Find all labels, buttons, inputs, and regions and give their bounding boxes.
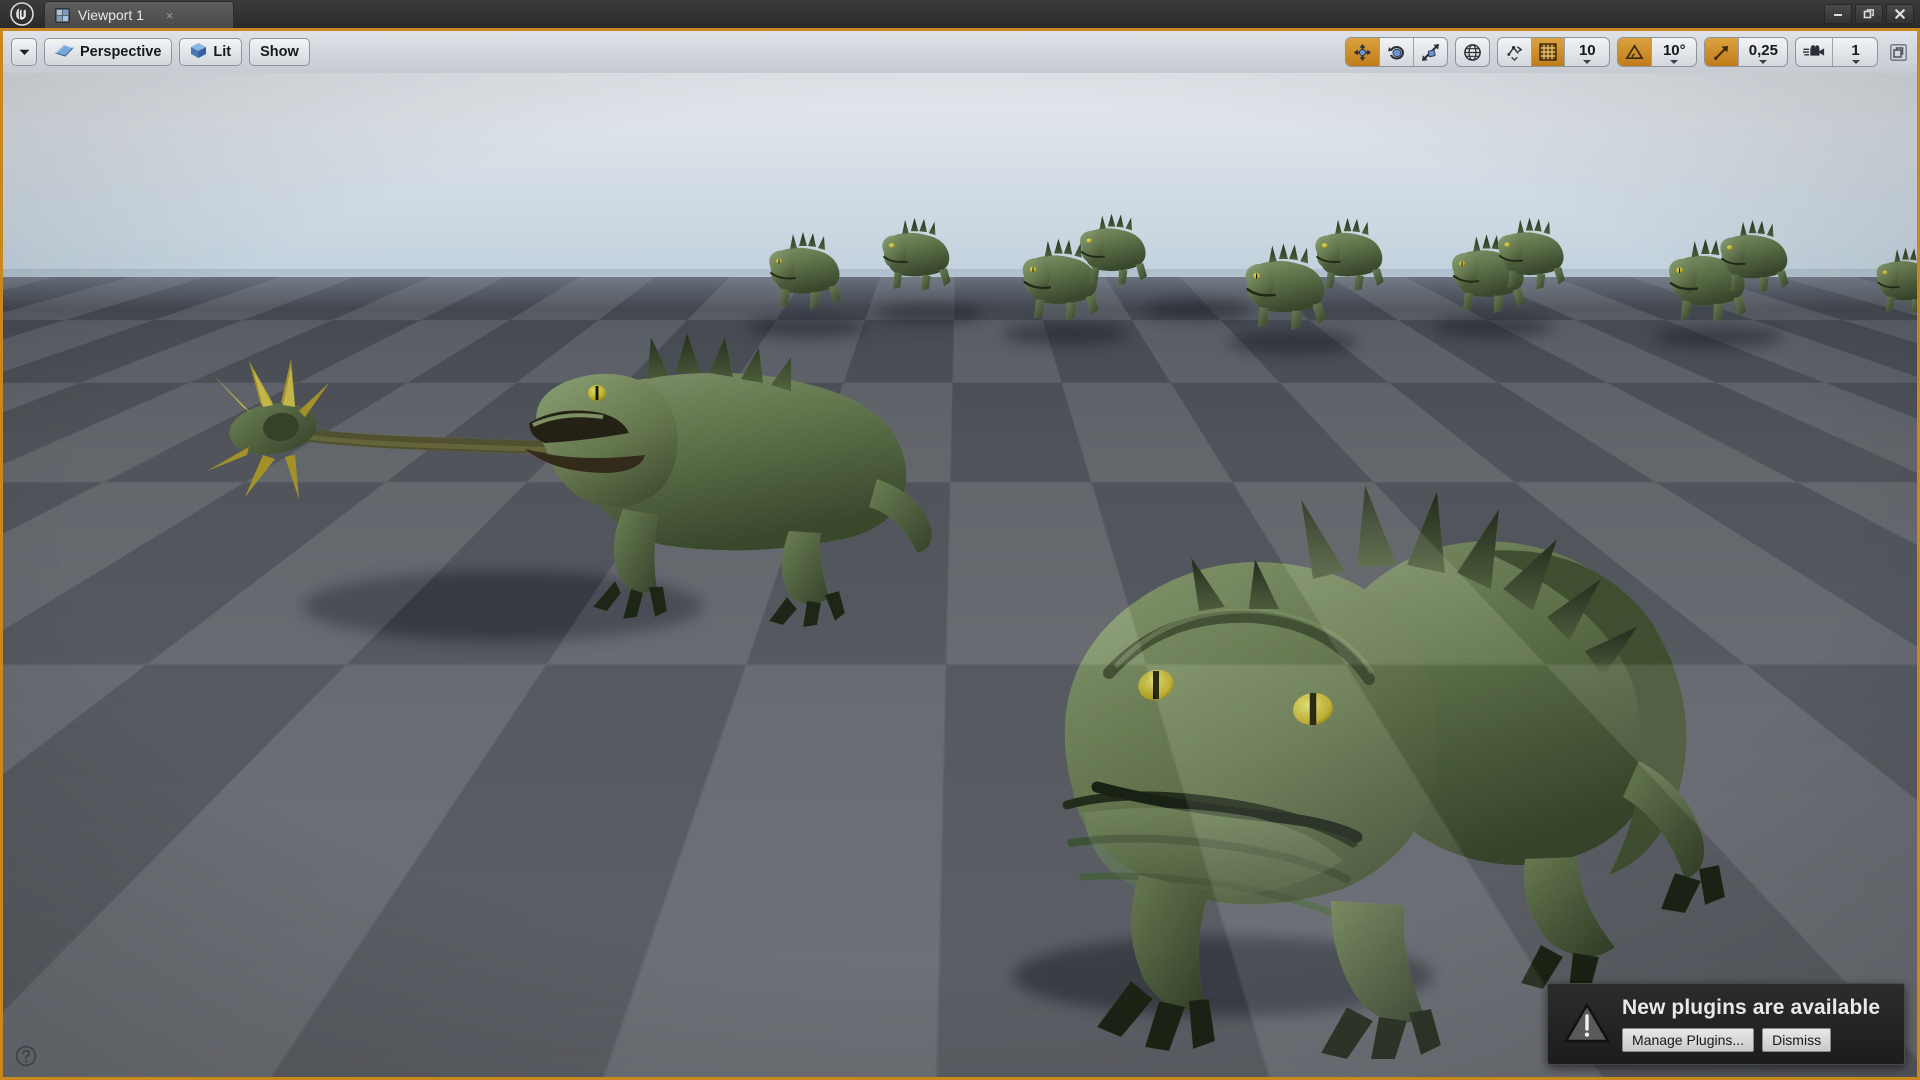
lighting-mode-button[interactable]: Lit: [179, 38, 243, 66]
scale-snap-group: 0,25: [1703, 37, 1788, 67]
view-mode-button[interactable]: Perspective: [44, 38, 173, 66]
chevron-down-icon: [1583, 59, 1592, 64]
show-menu-label: Show: [260, 44, 299, 60]
creature-foreground-hero[interactable]: [1013, 461, 1733, 1061]
camera-speed-value-label: 1: [1851, 41, 1860, 59]
creature-background[interactable]: [865, 207, 965, 303]
scale-gizmo-button[interactable]: [1414, 38, 1447, 66]
coordinate-system-group: [1454, 37, 1490, 67]
toolbar-right-group: 10 10° 0,25 1: [1344, 37, 1909, 67]
unreal-editor-window: Viewport 1 × Perspective Lit Show 10 10°…: [0, 0, 1920, 1080]
notification-body: New plugins are available Manage Plugins…: [1622, 996, 1880, 1052]
scale-snap-value[interactable]: 0,25: [1739, 38, 1787, 66]
title-bar: Viewport 1 ×: [0, 0, 1920, 28]
tab-viewport-1[interactable]: Viewport 1 ×: [44, 1, 234, 28]
maximize-viewport-button[interactable]: [1887, 41, 1909, 63]
surface-snap-button[interactable]: [1498, 38, 1532, 66]
scale-snap-value-label: 0,25: [1748, 41, 1778, 59]
grid-snap-value[interactable]: 10: [1565, 38, 1609, 66]
rotation-snap-value-label: 10°: [1662, 41, 1686, 59]
chevron-down-icon: [1759, 59, 1768, 64]
help-question-icon[interactable]: [15, 1045, 37, 1067]
chevron-down-icon: [19, 44, 30, 60]
warning-triangle-icon: [1563, 996, 1611, 1049]
titlebar-spacer: [234, 0, 1824, 28]
creature-background[interactable]: [1861, 231, 1917, 331]
chevron-down-icon: [1670, 59, 1679, 64]
viewport-options-menu-button[interactable]: [11, 38, 37, 66]
notification-popup: New plugins are available Manage Plugins…: [1547, 983, 1905, 1065]
viewport-grid-icon: [55, 7, 70, 23]
rotation-snap-group: 10°: [1616, 37, 1697, 67]
tab-close-icon[interactable]: ×: [166, 9, 174, 22]
creature-background[interactable]: [1481, 207, 1579, 301]
window-controls: [1824, 0, 1920, 28]
unreal-u-logo-icon: [0, 0, 44, 28]
camera-speed-group: 1: [1795, 37, 1878, 67]
grid-snap-value-label: 10: [1578, 41, 1596, 59]
show-menu-button[interactable]: Show: [249, 38, 310, 66]
creature-midground-with-tongue[interactable]: [153, 331, 1013, 631]
creature-background[interactable]: [751, 221, 856, 321]
chevron-down-icon: [1851, 59, 1860, 64]
grid-snap-group: 10: [1496, 37, 1610, 67]
world-coordinate-button[interactable]: [1456, 38, 1489, 66]
rotate-gizmo-button[interactable]: [1380, 38, 1414, 66]
viewport-inner: Perspective Lit Show 10 10° 0,25 1 New p…: [3, 31, 1917, 1077]
viewport-frame: Perspective Lit Show 10 10° 0,25 1 New p…: [0, 28, 1920, 1080]
manage-plugins-button[interactable]: Manage Plugins...: [1622, 1028, 1755, 1052]
scale-snap-toggle[interactable]: [1704, 38, 1739, 66]
lighting-mode-label: Lit: [213, 44, 232, 60]
notification-title: New plugins are available: [1622, 996, 1881, 1019]
close-button[interactable]: [1886, 4, 1914, 24]
tab-label: Viewport 1: [78, 7, 144, 23]
dismiss-button[interactable]: Dismiss: [1762, 1028, 1832, 1052]
transform-gizmo-group: [1344, 37, 1448, 67]
camera-speed-button[interactable]: [1796, 38, 1833, 66]
grid-snap-toggle[interactable]: [1531, 38, 1565, 66]
translate-gizmo-button[interactable]: [1345, 38, 1380, 66]
rotation-snap-value[interactable]: 10°: [1652, 38, 1696, 66]
lit-cube-icon: [190, 42, 207, 63]
toolbar-left-group: Perspective Lit Show: [11, 38, 310, 66]
view-mode-label: Perspective: [80, 44, 162, 60]
creature-shadow: [873, 303, 983, 323]
restore-button[interactable]: [1855, 4, 1883, 24]
rotation-snap-toggle[interactable]: [1617, 38, 1652, 66]
viewport-3d-scene[interactable]: [3, 31, 1917, 1077]
viewport-toolbar: Perspective Lit Show 10 10° 0,25 1: [3, 31, 1917, 73]
notification-actions: Manage Plugins... Dismiss: [1622, 1028, 1880, 1052]
minimize-button[interactable]: [1824, 4, 1852, 24]
creature-background[interactable]: [1298, 207, 1398, 303]
perspective-camera-icon: [55, 43, 74, 62]
creature-background[interactable]: [1703, 209, 1803, 305]
creature-background[interactable]: [1063, 203, 1161, 297]
camera-speed-value[interactable]: 1: [1833, 38, 1877, 66]
